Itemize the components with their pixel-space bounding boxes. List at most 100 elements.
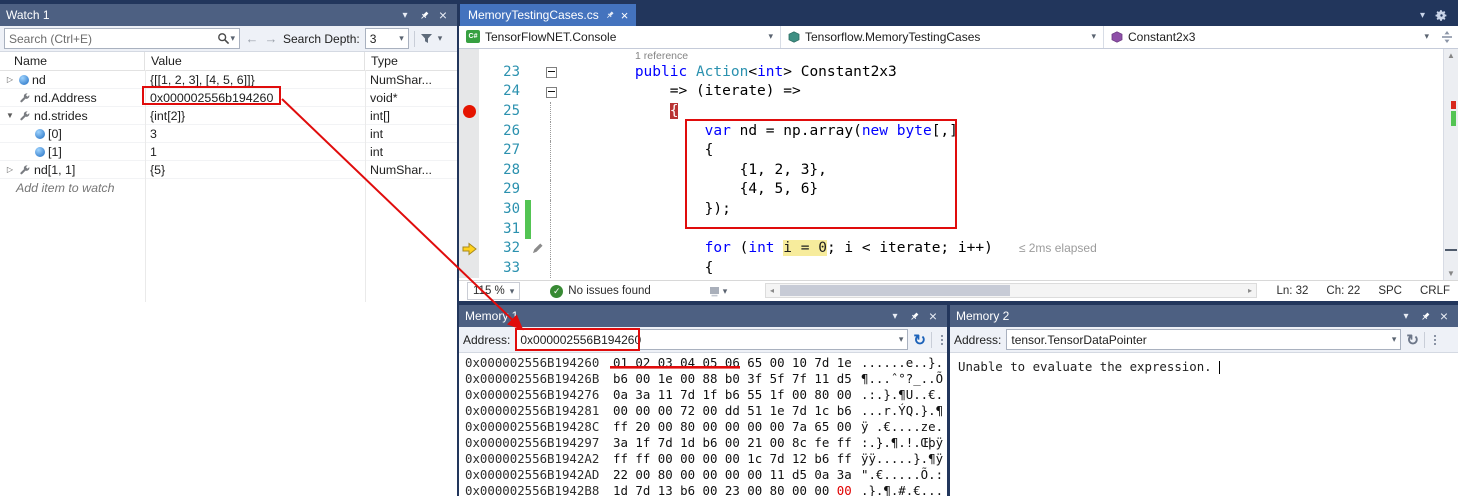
code-line[interactable]: 30 });	[459, 200, 1458, 220]
search-options-chevron-icon[interactable]: ▾	[230, 33, 235, 44]
column-header-value[interactable]: Value	[145, 52, 365, 70]
toolbar-overflow-icon[interactable]	[941, 335, 943, 345]
code-line[interactable]: 29 {4, 5, 6}	[459, 180, 1458, 200]
memory2-titlebar[interactable]: Memory 2 ▾ ×	[950, 305, 1458, 327]
memory-row[interactable]: 0x000002556B19426B b6 00 1e 00 88 b0 3f …	[465, 371, 947, 387]
breakpoint-margin[interactable]	[459, 122, 479, 142]
outlining-margin[interactable]	[543, 200, 559, 220]
memory2-address-input[interactable]: tensor.TensorDataPointer ▾	[1006, 329, 1401, 350]
issues-indicator[interactable]: ✓ No issues found	[550, 285, 650, 298]
code-editor[interactable]: 1 reference 23 public Action<int> Con	[459, 49, 1458, 280]
window-position-icon[interactable]: ▾	[887, 308, 903, 324]
pin-icon[interactable]	[605, 10, 615, 20]
zoom-select[interactable]: 115 % ▾	[467, 282, 520, 300]
toolbar-overflow-icon[interactable]	[1434, 335, 1436, 345]
close-icon[interactable]: ×	[1436, 308, 1452, 324]
horizontal-scrollbar[interactable]: ◂ ▸	[765, 283, 1257, 298]
breakpoint-margin[interactable]	[459, 180, 479, 200]
memory-row[interactable]: 0x000002556B194297 3a 1f 7d 1d b6 00 21 …	[465, 435, 947, 451]
code-line[interactable]: 26 var nd = np.array(new byte[,]	[459, 122, 1458, 142]
search-next-icon[interactable]: →	[264, 31, 278, 46]
grid-column-separator[interactable]	[145, 70, 146, 302]
breakpoint-margin[interactable]	[459, 102, 479, 122]
code-line[interactable]: 25 {	[459, 102, 1458, 122]
watch-titlebar[interactable]: Watch 1 ▾ ×	[0, 4, 457, 26]
memory-row[interactable]: 0x000002556B1942A2 ff ff 00 00 00 00 1c …	[465, 451, 947, 467]
watch-value[interactable]: {int[2]}	[145, 109, 365, 123]
memory-row[interactable]: 0x000002556B1942B8 1d 7d 13 b6 00 23 00 …	[465, 483, 947, 496]
outlining-margin[interactable]	[543, 259, 559, 279]
memory-row[interactable]: 0x000002556B19428C ff 20 00 80 00 00 00 …	[465, 419, 947, 435]
scroll-down-icon[interactable]: ▼	[1444, 269, 1458, 278]
watch-value[interactable]: 0x000002556b194260	[145, 91, 365, 105]
memory-row[interactable]: 0x000002556B194260 01 02 03 04 05 06 65 …	[465, 355, 947, 371]
breakpoint-margin[interactable]	[459, 220, 479, 240]
memory1-titlebar[interactable]: Memory 1 ▾ ×	[459, 305, 947, 327]
fold-toggle[interactable]	[546, 67, 557, 78]
breakpoint-margin[interactable]	[459, 63, 479, 83]
window-position-icon[interactable]: ▾	[1398, 308, 1414, 324]
scroll-left-icon[interactable]: ◂	[766, 284, 778, 297]
code-line[interactable]: 33 {	[459, 259, 1458, 279]
filter-chevron-icon[interactable]: ▾	[438, 33, 443, 44]
code-line[interactable]: 32 for (int i = 0; i < iterate; i++)≤ 2m…	[459, 239, 1458, 259]
column-header-name[interactable]: Name	[0, 52, 145, 70]
pin-icon[interactable]	[416, 7, 432, 23]
close-icon[interactable]: ×	[621, 8, 629, 23]
code-line[interactable]: 24 => (iterate) =>	[459, 82, 1458, 102]
filter-icon[interactable]	[420, 33, 433, 44]
expander-icon[interactable]: ▷	[4, 75, 16, 84]
watch-row[interactable]: ▷ nd[1, 1] {5} NumShar...	[0, 161, 457, 179]
add-watch-row[interactable]: Add item to watch	[0, 179, 457, 196]
pin-icon[interactable]	[906, 308, 922, 324]
gear-icon[interactable]	[1435, 9, 1448, 22]
breakpoint-margin[interactable]	[459, 141, 479, 161]
code-line[interactable]: 31	[459, 220, 1458, 240]
outlining-margin[interactable]	[543, 63, 559, 83]
code-text[interactable]: {	[559, 141, 1458, 161]
watch-row[interactable]: [1] 1 int	[0, 143, 457, 161]
outlining-margin[interactable]	[543, 239, 559, 259]
watch-row[interactable]: nd.Address 0x000002556b194260 void*	[0, 89, 457, 107]
project-dropdown[interactable]: C# TensorFlowNET.Console ▾	[459, 26, 781, 48]
fold-toggle[interactable]	[546, 87, 557, 98]
outlining-margin[interactable]	[543, 161, 559, 181]
code-text[interactable]: {	[559, 259, 1458, 279]
window-position-icon[interactable]: ▾	[397, 7, 413, 23]
code-line[interactable]: 23 public Action<int> Constant2x3	[459, 63, 1458, 83]
issues-filter-button[interactable]: ▾	[709, 286, 728, 297]
memory2-message-area[interactable]: Unable to evaluate the expression.	[950, 353, 1458, 496]
watch-value[interactable]: 3	[145, 127, 365, 141]
outlining-margin[interactable]	[543, 82, 559, 102]
watch-value[interactable]: {[[1, 2, 3], [4, 5, 6]]}	[145, 73, 365, 87]
code-line[interactable]: 27 {	[459, 141, 1458, 161]
outlining-margin[interactable]	[543, 141, 559, 161]
outlining-margin[interactable]	[543, 102, 559, 122]
refresh-icon[interactable]: ↻	[913, 331, 926, 349]
memory-row[interactable]: 0x000002556B194276 0a 3a 11 7d 1f b6 55 …	[465, 387, 947, 403]
search-depth-select[interactable]: 3 ▾	[365, 28, 409, 49]
breakpoint-margin[interactable]	[459, 82, 479, 102]
expander-icon[interactable]: ▷	[4, 165, 16, 174]
column-header-type[interactable]: Type	[365, 52, 457, 70]
watch-row[interactable]: [0] 3 int	[0, 125, 457, 143]
pin-icon[interactable]	[1417, 308, 1433, 324]
watch-row[interactable]: ▼ nd.strides {int[2]} int[]	[0, 107, 457, 125]
close-icon[interactable]: ×	[925, 308, 941, 324]
code-text[interactable]: });	[559, 200, 1458, 220]
memory-row[interactable]: 0x000002556B1942AD 22 00 80 00 00 00 00 …	[465, 467, 947, 483]
search-input[interactable]: Search (Ctrl+E) ▾	[4, 28, 240, 49]
active-files-chevron-icon[interactable]: ▾	[1420, 10, 1425, 21]
member-dropdown[interactable]: Constant2x3 ▾	[1104, 26, 1436, 48]
split-editor-button[interactable]	[1436, 26, 1458, 48]
tab-memorytestingcases[interactable]: MemoryTestingCases.cs ×	[460, 4, 636, 26]
watch-row[interactable]: ▷ nd {[[1, 2, 3], [4, 5, 6]]} NumShar...	[0, 71, 457, 89]
breakpoint-margin[interactable]	[459, 239, 479, 259]
scroll-up-icon[interactable]: ▲	[1444, 51, 1458, 60]
close-icon[interactable]: ×	[435, 7, 451, 23]
memory1-hex-view[interactable]: 0x000002556B194260 01 02 03 04 05 06 65 …	[459, 353, 947, 496]
outlining-margin[interactable]	[543, 122, 559, 142]
code-text[interactable]: for (int i = 0; i < iterate; i++)≤ 2ms e…	[559, 239, 1458, 259]
code-text[interactable]	[559, 220, 1458, 240]
code-text[interactable]: {	[559, 102, 1458, 122]
